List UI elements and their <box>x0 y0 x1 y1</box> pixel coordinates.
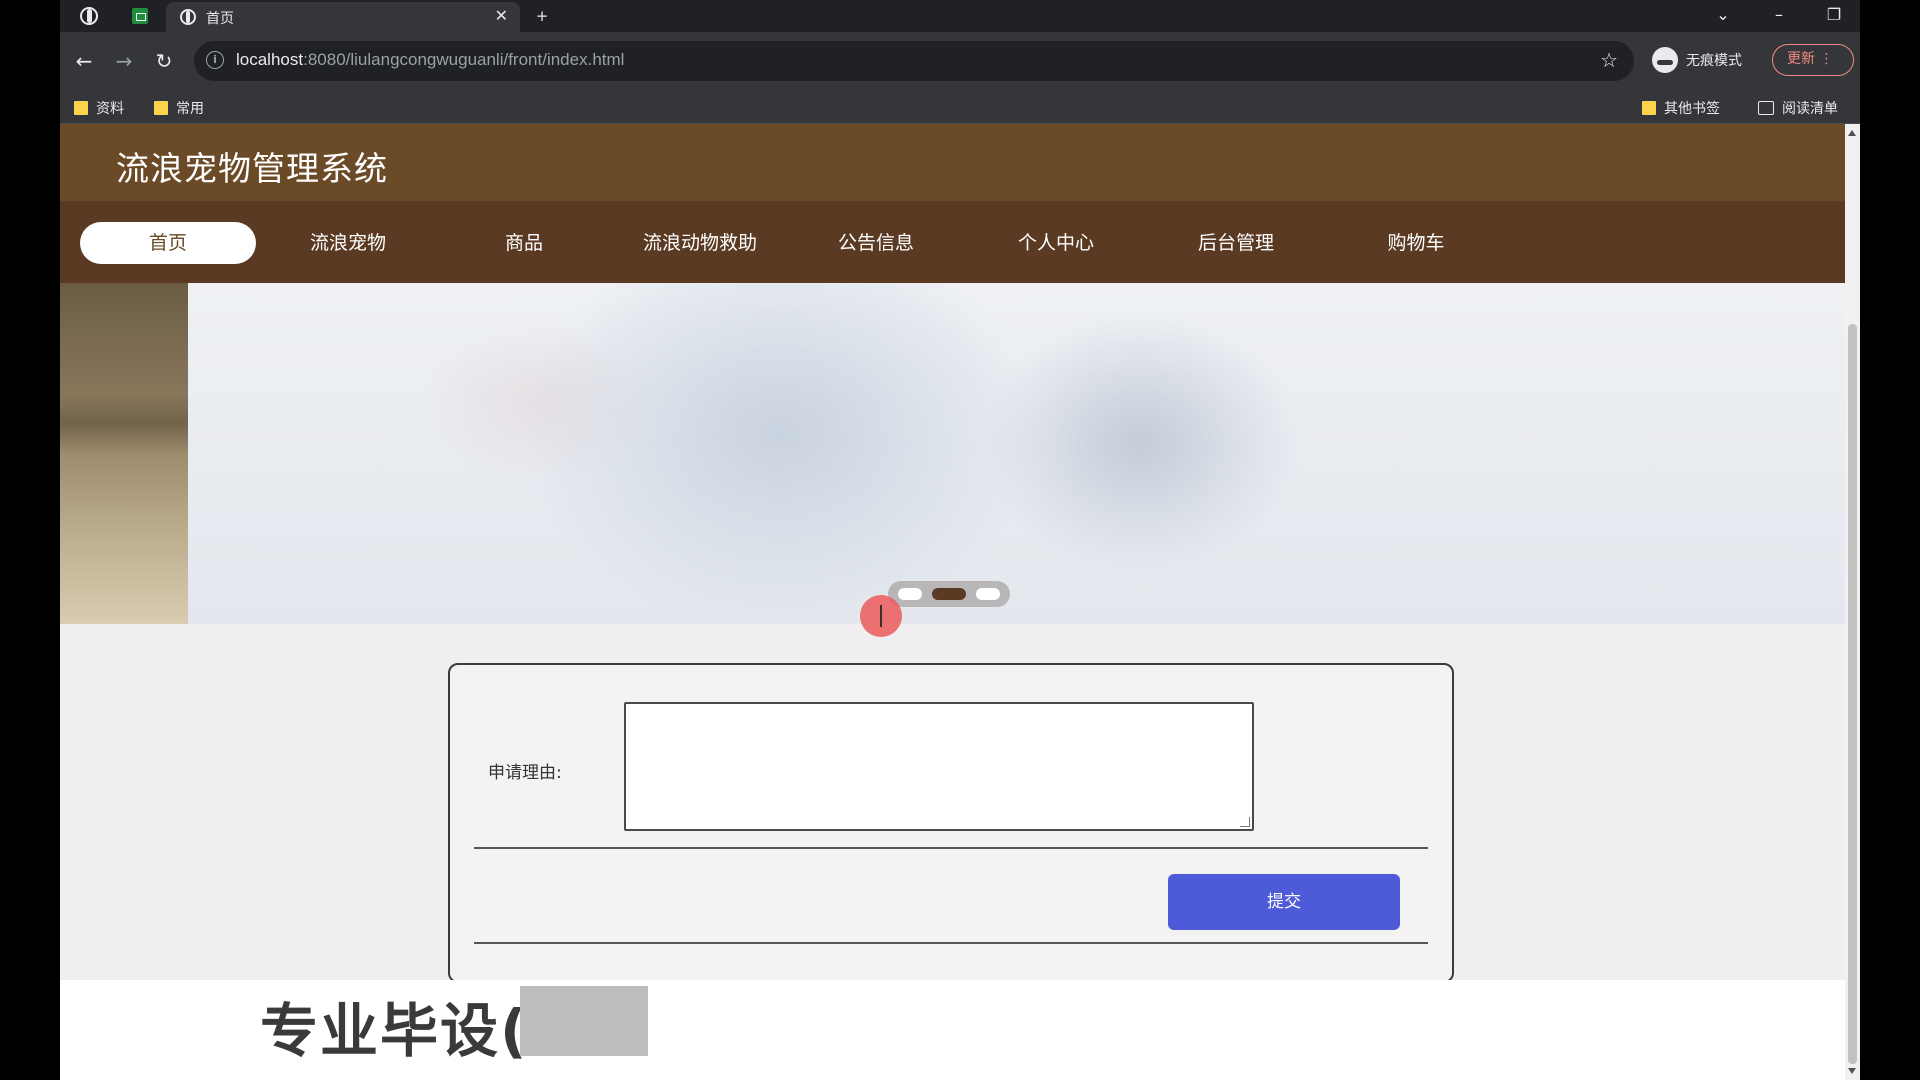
scroll-up-icon[interactable] <box>1848 130 1856 136</box>
incognito-label: 无痕模式 <box>1686 53 1742 69</box>
reason-textarea[interactable] <box>624 702 1254 831</box>
divider <box>474 847 1428 849</box>
nav-home[interactable]: 首页 <box>80 222 256 264</box>
carousel-prev-slide <box>60 283 188 624</box>
submit-button[interactable]: 提交 <box>1168 874 1400 930</box>
mouse-cursor-indicator <box>860 595 902 637</box>
blurred-region <box>520 986 648 1056</box>
bookmarks-bar: 资料 常用 其他书签 阅读清单 <box>60 90 1860 124</box>
folder-icon <box>154 101 168 115</box>
tab-title: 首页 <box>206 11 234 27</box>
reading-list[interactable]: 阅读清单 <box>1758 98 1838 118</box>
folder-icon <box>74 101 88 115</box>
tab-home[interactable]: 首页 ✕ <box>166 2 520 32</box>
globe-icon[interactable] <box>80 7 98 25</box>
menu-icon[interactable]: ⋮ <box>1819 51 1833 67</box>
page-scrollbar[interactable] <box>1845 124 1860 1080</box>
watermark-text: 专业毕设( <box>260 997 529 1065</box>
incognito-icon <box>1652 47 1678 73</box>
nav-admin[interactable]: 后台管理 <box>1148 222 1324 264</box>
carousel-dot[interactable] <box>976 588 1000 600</box>
address-bar[interactable]: i localhost:8080/liulangcongwuguanli/fro… <box>194 41 1634 81</box>
divider <box>474 942 1428 944</box>
reason-label: 申请理由: <box>488 763 562 783</box>
new-tab-icon[interactable]: + <box>530 4 554 28</box>
nav-stray-pets[interactable]: 流浪宠物 <box>260 222 436 264</box>
main-nav: 首页 流浪宠物 商品 流浪动物救助 公告信息 个人中心 后台管理 购物车 <box>60 201 1845 283</box>
tab-search-icon[interactable]: ⌄ <box>1700 2 1746 28</box>
scroll-thumb[interactable] <box>1848 324 1857 1064</box>
back-icon[interactable]: ← <box>68 45 100 77</box>
sheets-icon[interactable] <box>132 8 148 24</box>
other-bookmarks[interactable]: 其他书签 <box>1642 98 1720 118</box>
tab-strip: 首页 ✕ + ⌄ – ❐ <box>60 0 1860 32</box>
folder-icon <box>1642 101 1656 115</box>
nav-rescue[interactable]: 流浪动物救助 <box>612 222 788 264</box>
browser-window: 首页 ✕ + ⌄ – ❐ ← → ↻ i localhost:8080/liul… <box>60 0 1860 1080</box>
carousel-indicators <box>888 581 1010 607</box>
page-viewport: 流浪宠物管理系统 首页 流浪宠物 商品 流浪动物救助 公告信息 个人中心 后台管… <box>60 124 1845 1080</box>
close-tab-icon[interactable]: ✕ <box>495 6 508 25</box>
scroll-down-icon[interactable] <box>1848 1068 1856 1074</box>
nav-announcements[interactable]: 公告信息 <box>788 222 964 264</box>
site-header: 流浪宠物管理系统 <box>60 124 1845 201</box>
carousel-banner[interactable] <box>60 283 1845 624</box>
resize-handle-icon[interactable] <box>1240 817 1250 827</box>
carousel-dot-active[interactable] <box>932 588 966 600</box>
browser-toolbar: ← → ↻ i localhost:8080/liulangcongwuguan… <box>60 32 1860 90</box>
nav-products[interactable]: 商品 <box>436 222 612 264</box>
globe-icon <box>180 9 196 25</box>
reload-icon[interactable]: ↻ <box>148 45 180 77</box>
reading-list-icon <box>1758 101 1774 115</box>
nav-cart[interactable]: 购物车 <box>1328 222 1504 264</box>
info-icon[interactable]: i <box>206 51 224 69</box>
forward-icon[interactable]: → <box>108 45 140 77</box>
nav-profile[interactable]: 个人中心 <box>968 222 1144 264</box>
bookmark-folder[interactable]: 常用 <box>154 98 204 118</box>
url-text[interactable]: localhost:8080/liulangcongwuguanli/front… <box>236 50 624 70</box>
bookmark-star-icon[interactable]: ☆ <box>1600 48 1618 72</box>
site-title: 流浪宠物管理系统 <box>116 149 388 188</box>
restore-icon[interactable]: ❐ <box>1812 2 1856 28</box>
minimize-icon[interactable]: – <box>1756 2 1802 28</box>
application-form: 申请理由: 提交 <box>448 663 1454 983</box>
incognito-indicator[interactable]: 无痕模式 <box>1652 42 1742 78</box>
update-button[interactable]: 更新 ⋮ <box>1772 44 1854 76</box>
carousel-dot[interactable] <box>898 588 922 600</box>
bookmark-folder[interactable]: 资料 <box>74 98 124 118</box>
